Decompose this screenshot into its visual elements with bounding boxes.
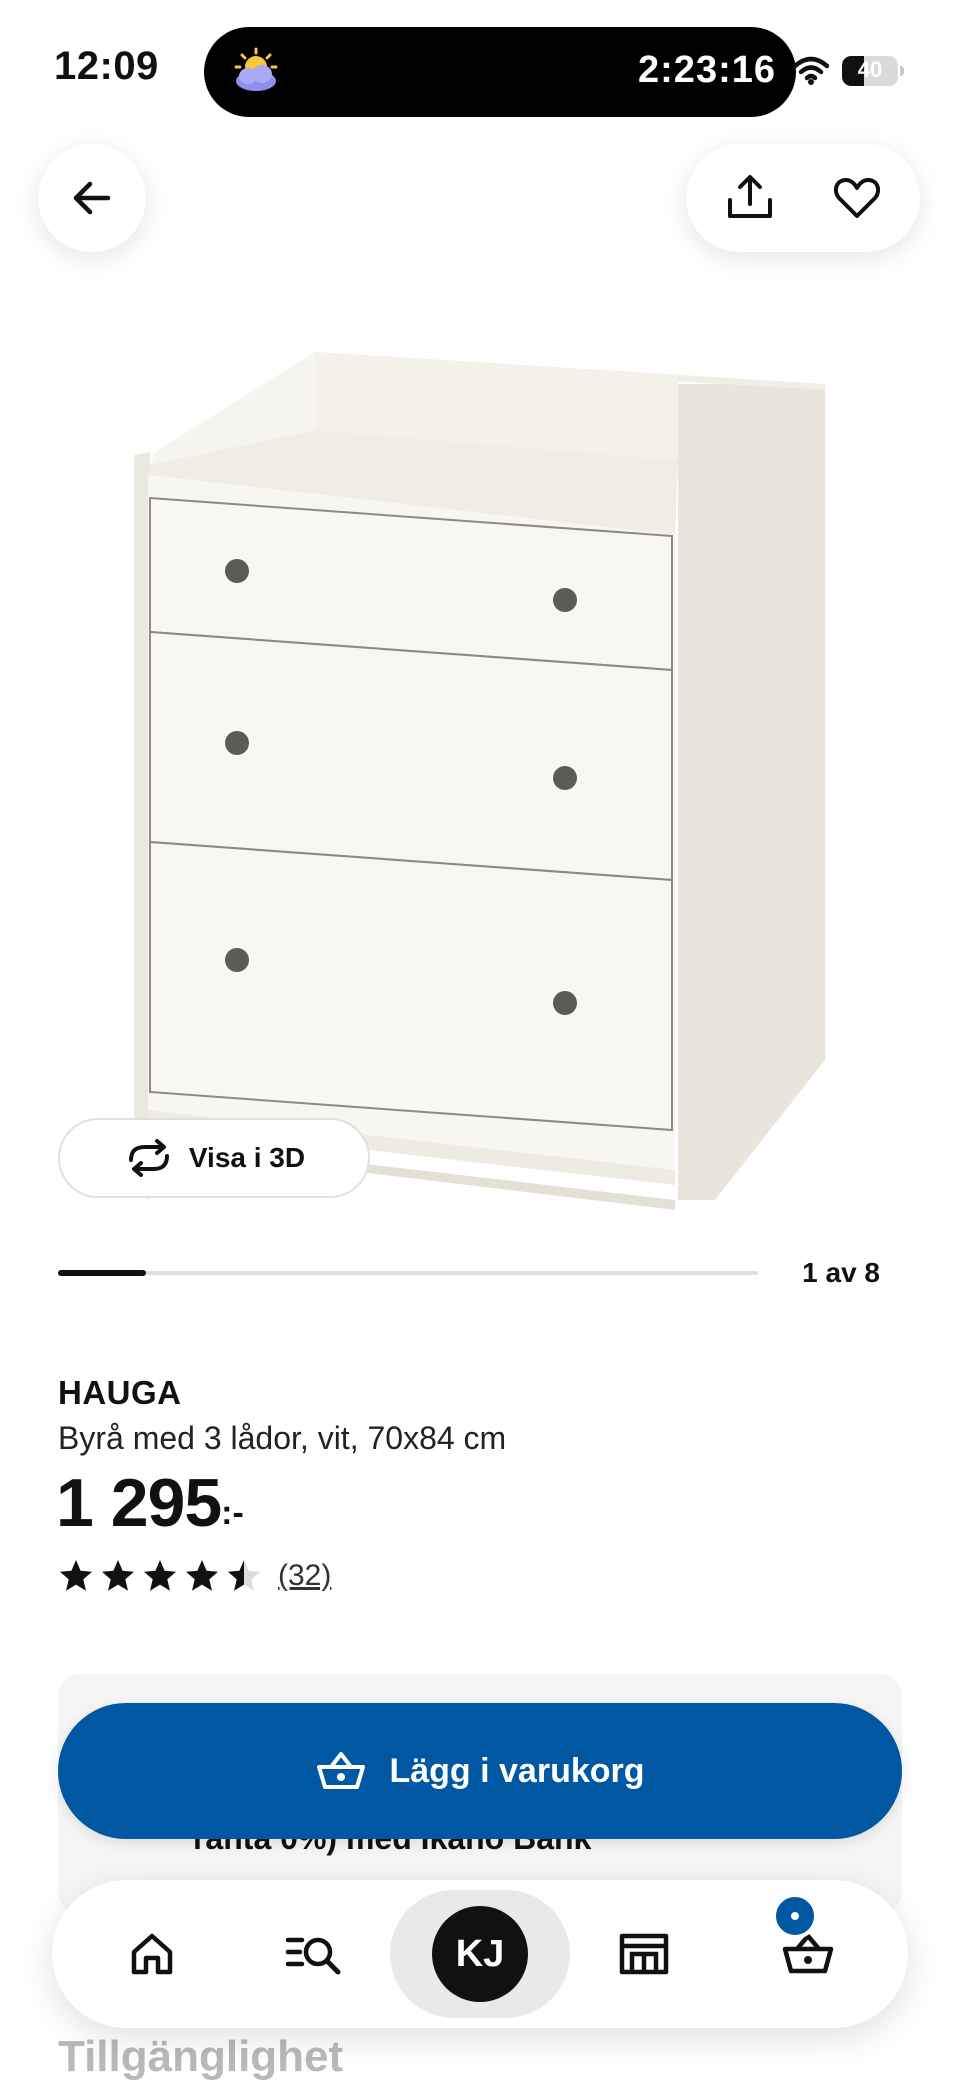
add-to-cart-label: Lägg i varukorg — [389, 1751, 645, 1790]
star-icon — [228, 1560, 260, 1591]
star-rating — [58, 1558, 262, 1594]
tab-search[interactable] — [264, 1904, 364, 2004]
weather-icon — [234, 47, 278, 91]
heart-icon — [833, 178, 880, 218]
star-icon — [102, 1560, 134, 1591]
view-3d-label: Visa i 3D — [188, 1142, 306, 1173]
timer-readout: 2:23:16 — [638, 49, 776, 91]
product-name: HAUGA — [58, 1374, 182, 1411]
favorite-button[interactable] — [817, 158, 897, 238]
availability-heading: Tillgänglighet — [58, 2032, 344, 2081]
basket-icon — [317, 1752, 366, 1789]
product-description: Byrå med 3 lådor, vit, 70x84 cm — [58, 1420, 507, 1456]
tab-home[interactable] — [102, 1904, 202, 2004]
price-amount: 1 295 — [56, 1465, 222, 1541]
rating[interactable]: (32) — [58, 1558, 331, 1594]
back-button[interactable] — [38, 144, 146, 252]
search-list-icon — [285, 1937, 341, 1975]
gallery-progress-fill — [58, 1270, 146, 1276]
image-counter: 1 av 8 — [802, 1257, 880, 1288]
star-icon — [144, 1560, 176, 1591]
tab-profile[interactable]: KJ — [390, 1890, 570, 2018]
star-icon — [60, 1560, 92, 1591]
share-button[interactable] — [710, 158, 790, 238]
star-icon — [186, 1560, 218, 1591]
share-icon — [727, 175, 772, 218]
add-to-cart-button[interactable]: Lägg i varukorg — [58, 1703, 902, 1839]
action-pill — [686, 144, 920, 252]
back-arrow-icon — [73, 181, 111, 215]
review-count-link[interactable]: (32) — [278, 1559, 331, 1593]
dynamic-island: 2:23:16 — [204, 27, 796, 117]
battery-level: 40 — [857, 57, 883, 82]
price-suffix: :- — [221, 1494, 244, 1532]
wifi-icon — [793, 56, 829, 85]
home-icon — [131, 1933, 173, 1975]
view-3d-button[interactable]: Visa i 3D — [58, 1118, 370, 1198]
cart-badge — [772, 1893, 818, 1939]
product-image[interactable] — [120, 340, 840, 1210]
store-icon — [619, 1933, 669, 1975]
status-time: 12:09 — [54, 44, 159, 88]
tab-stores[interactable] — [594, 1904, 694, 2004]
profile-avatar: KJ — [432, 1906, 528, 2002]
battery-icon: 40 — [842, 56, 904, 86]
rotate-3d-icon — [128, 1139, 169, 1177]
price: 1 295 :- — [56, 1464, 244, 1542]
gallery-progress-track — [58, 1270, 758, 1276]
